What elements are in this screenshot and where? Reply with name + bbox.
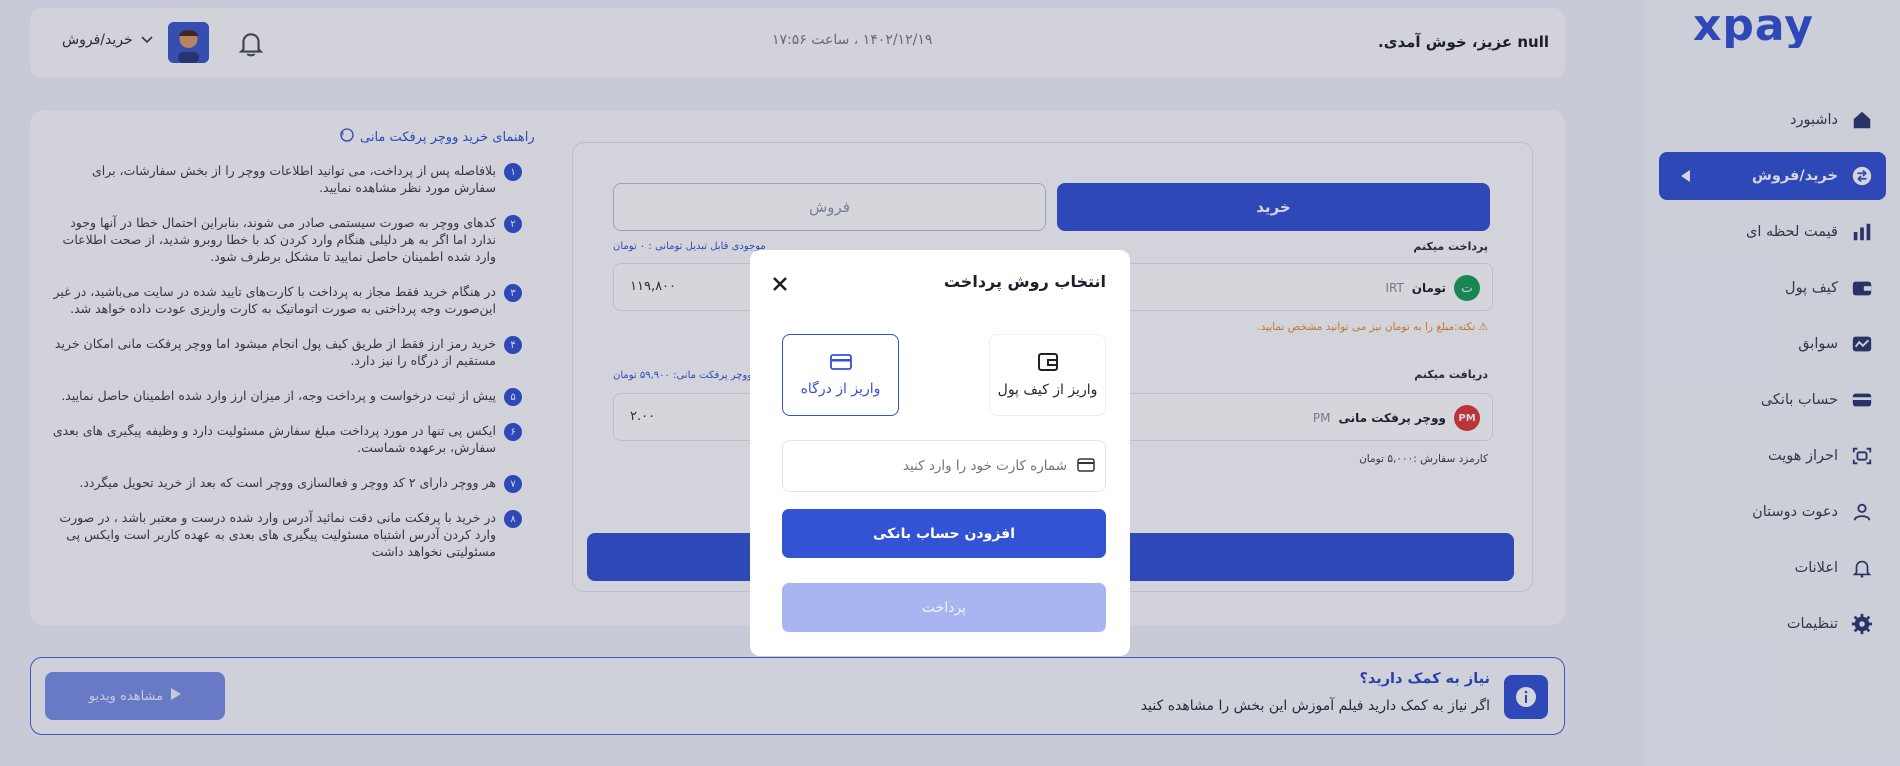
card-number-input[interactable] (807, 458, 1067, 474)
modal-title: انتخاب روش پرداخت (943, 272, 1106, 291)
payment-option-wallet[interactable]: واریز از کیف پول (989, 334, 1106, 416)
card-icon (1077, 457, 1095, 476)
payment-option-wallet-label: واریز از کیف پول (997, 382, 1098, 398)
payment-method-modal: انتخاب روش پرداخت واریز از کیف پول واریز… (750, 250, 1130, 656)
card-icon (829, 353, 852, 375)
pay-button[interactable]: پرداخت (782, 583, 1106, 632)
payment-option-gateway[interactable]: واریز از درگاه (782, 334, 899, 416)
card-number-field[interactable] (782, 440, 1106, 492)
add-bank-account-button[interactable]: افزودن حساب بانکی (782, 509, 1106, 558)
payment-option-gateway-label: واریز از درگاه (800, 381, 881, 397)
wallet-icon (1037, 352, 1059, 376)
close-icon[interactable] (772, 276, 788, 292)
